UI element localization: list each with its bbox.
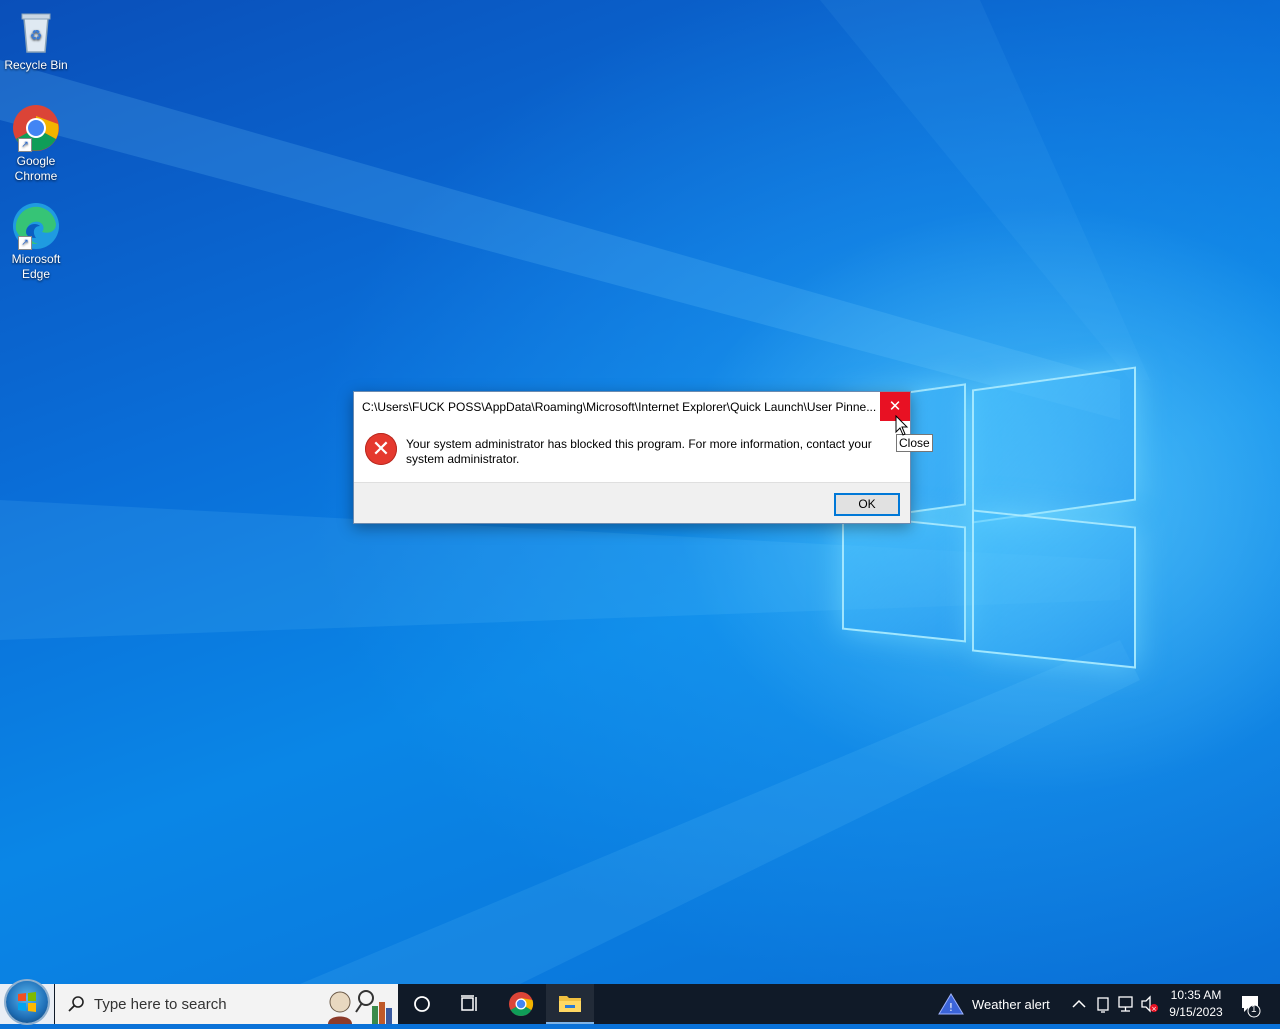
ok-button[interactable]: OK — [834, 493, 900, 516]
windows-start-orb-icon — [6, 981, 48, 1023]
desktop-icon-label: Google — [16, 154, 56, 168]
edge-icon: ↗ — [12, 202, 60, 250]
cortana-circle-icon — [414, 996, 430, 1012]
mouse-cursor-icon — [895, 415, 909, 436]
chrome-icon — [509, 992, 534, 1017]
task-view-button[interactable] — [446, 984, 494, 1024]
chrome-icon: ↗ — [12, 104, 60, 152]
tray-device-button[interactable] — [1092, 984, 1114, 1024]
windows-logo-pane-bottom-left — [842, 513, 966, 643]
volume-muted-icon: × — [1141, 995, 1158, 1013]
dialog-title: C:\Users\FUCK POSS\AppData\Roaming\Micro… — [362, 400, 877, 414]
weather-alert-label: Weather alert — [972, 997, 1050, 1012]
clock-date: 9/15/2023 — [1169, 1005, 1223, 1019]
chevron-up-icon — [1072, 999, 1086, 1008]
taskbar-file-explorer-button[interactable] — [546, 984, 594, 1024]
recycle-bin-icon: ♻ — [12, 8, 60, 56]
desktop-icon-microsoft-edge[interactable]: ↗ Microsoft Edge — [4, 202, 68, 282]
desktop-icon-label: Chrome — [14, 169, 58, 183]
weather-alert-icon: ! — [938, 993, 964, 1015]
device-icon — [1097, 997, 1109, 1013]
desktop-icon-label: Recycle Bin — [4, 58, 68, 72]
svg-text:×: × — [1151, 1005, 1157, 1013]
task-view-icon — [461, 995, 477, 1011]
taskbar: Type here to search ! Weather alert × 10… — [0, 981, 1280, 1024]
taskbar-search-box[interactable]: Type here to search — [55, 984, 398, 1024]
action-center-button[interactable]: 1 — [1234, 984, 1274, 1024]
file-explorer-folder-icon — [559, 996, 581, 1012]
svg-text:!: ! — [949, 1001, 953, 1014]
dialog-message: Your system administrator has blocked th… — [406, 437, 872, 466]
search-placeholder: Type here to search — [94, 996, 227, 1013]
taskbar-chrome-button[interactable] — [497, 984, 545, 1024]
desktop-icon-google-chrome[interactable]: ↗ Google Chrome — [4, 104, 68, 184]
error-icon: ✕ — [365, 433, 397, 465]
error-dialog: C:\Users\FUCK POSS\AppData\Roaming\Micro… — [353, 391, 911, 524]
notification-count: 1 — [1251, 1004, 1257, 1015]
desktop-icon-recycle-bin[interactable]: ♻ Recycle Bin — [4, 8, 68, 73]
close-icon: ✕ — [888, 398, 902, 415]
dialog-footer: OK — [354, 482, 910, 523]
search-highlight-illustration-icon — [328, 990, 392, 1024]
cortana-button[interactable] — [398, 984, 446, 1024]
start-button[interactable] — [0, 981, 54, 1024]
tray-network-button[interactable] — [1115, 984, 1137, 1024]
network-icon — [1118, 996, 1133, 1012]
windows-logo-pane-bottom-right — [972, 509, 1136, 669]
tray-volume-button[interactable]: × — [1138, 984, 1160, 1024]
show-hidden-icons-button[interactable] — [1068, 984, 1090, 1024]
weather-widget[interactable]: ! Weather alert — [938, 984, 1062, 1024]
desktop-icon-label: Microsoft — [11, 252, 61, 266]
clock-time: 10:35 AM — [1170, 988, 1222, 1002]
taskbar-clock[interactable]: 10:35 AM 9/15/2023 — [1162, 987, 1230, 1021]
shortcut-arrow-icon: ↗ — [18, 138, 32, 152]
search-icon — [68, 996, 84, 1012]
svg-text:♻: ♻ — [30, 28, 43, 44]
windows-logo-pane-top-right — [972, 366, 1136, 524]
desktop-icon-label: Edge — [21, 267, 51, 281]
shortcut-arrow-icon: ↗ — [18, 236, 32, 250]
